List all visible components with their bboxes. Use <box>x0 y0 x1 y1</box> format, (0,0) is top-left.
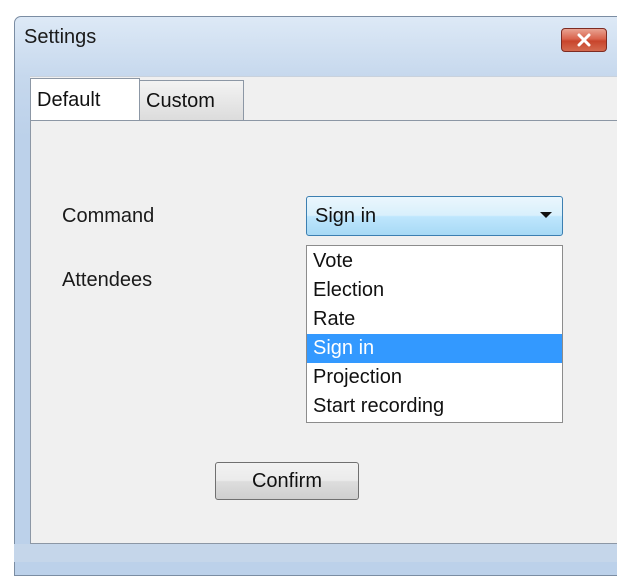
close-button[interactable] <box>561 28 607 52</box>
option-start-recording[interactable]: Start recording <box>307 392 562 421</box>
option-sign-in[interactable]: Sign in <box>307 334 562 363</box>
attendees-label: Attendees <box>62 269 153 291</box>
tab-default[interactable]: Default <box>30 78 140 120</box>
option-projection[interactable]: Projection <box>307 363 562 392</box>
command-select-value: Sign in <box>315 205 377 227</box>
tab-custom[interactable]: Custom <box>140 80 244 120</box>
command-select[interactable]: Sign in <box>306 196 563 236</box>
command-label: Command <box>62 205 155 227</box>
close-icon <box>577 33 591 47</box>
command-dropdown-list: Vote Election Rate Sign in Projection St… <box>306 245 563 423</box>
option-election[interactable]: Election <box>307 276 562 305</box>
option-rate[interactable]: Rate <box>307 305 562 334</box>
dialog-title: Settings <box>24 26 97 48</box>
option-vote[interactable]: Vote <box>307 247 562 276</box>
chevron-down-icon <box>540 212 552 218</box>
confirm-button[interactable]: Confirm <box>215 462 359 500</box>
window-bottom-edge <box>14 544 617 562</box>
